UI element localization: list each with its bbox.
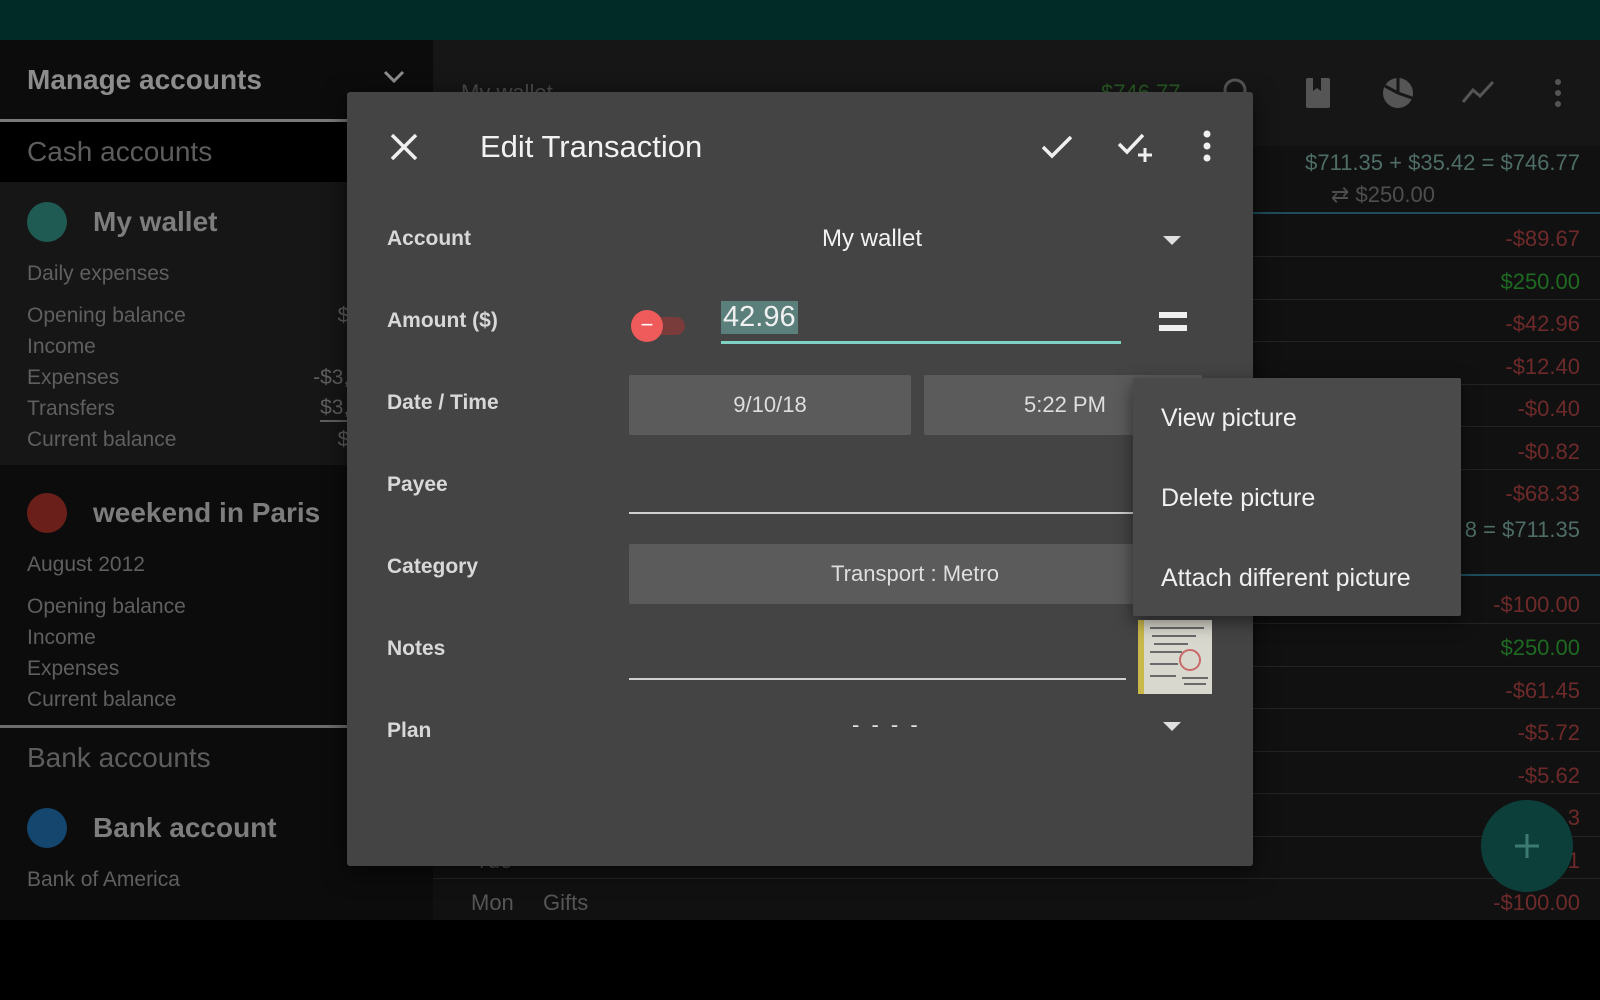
calculator-equals-icon[interactable]	[1159, 310, 1187, 334]
amount-input[interactable]: 42.96	[721, 298, 1121, 344]
receipt-picture-thumbnail[interactable]	[1138, 620, 1212, 694]
category-button[interactable]: Transport : Metro	[629, 544, 1201, 604]
pie-chart-icon[interactable]	[1381, 76, 1415, 110]
transaction-amount: -$100.00	[1493, 592, 1580, 617]
account-color-dot	[27, 202, 67, 242]
summary-transfer: ⇄ $250.00	[1330, 182, 1435, 207]
account-description: Bank of America	[27, 868, 180, 891]
account-name: My wallet	[93, 206, 218, 237]
day-label: Mon	[471, 890, 514, 915]
attach-different-picture-menu-item[interactable]: Attach different picture	[1161, 564, 1411, 593]
close-icon[interactable]	[385, 128, 423, 166]
drawer-title: Manage accounts	[27, 63, 262, 95]
date-button[interactable]: 9/10/18	[629, 375, 911, 435]
dialog-title: Edit Transaction	[480, 129, 703, 164]
category-label: Category	[387, 555, 479, 578]
transaction-amount: -$0.82	[1517, 439, 1580, 464]
sign-toggle[interactable]: −	[631, 310, 685, 342]
notes-label: Notes	[387, 637, 446, 660]
chevron-down-icon[interactable]	[383, 70, 405, 84]
navigation-bar	[0, 920, 1600, 1000]
transaction-amount: $250.00	[1500, 635, 1580, 660]
plan-select[interactable]: - - - -	[852, 712, 921, 738]
plus-icon	[1515, 834, 1539, 858]
dropdown-arrow-icon[interactable]	[1163, 722, 1181, 731]
payee-label: Payee	[387, 473, 448, 496]
transaction-amount: -$89.67	[1505, 226, 1580, 251]
amount-label: Amount ($)	[387, 309, 498, 332]
transaction-amount: -$68.33	[1505, 481, 1580, 506]
payee-input[interactable]	[629, 512, 1139, 514]
check-icon[interactable]	[1037, 126, 1077, 166]
picture-context-menu: View picture Delete picture Attach diffe…	[1133, 378, 1461, 616]
receipt-image	[1138, 620, 1212, 694]
account-name: weekend in Paris	[93, 497, 321, 528]
minus-icon: −	[631, 310, 663, 342]
delete-picture-menu-item[interactable]: Delete picture	[1161, 484, 1315, 513]
trend-line-icon[interactable]	[1461, 76, 1495, 110]
view-picture-menu-item[interactable]: View picture	[1161, 404, 1297, 433]
account-name: Bank account	[93, 812, 277, 843]
notes-input[interactable]	[629, 678, 1126, 680]
transaction-amount: $250.00	[1500, 269, 1580, 294]
dropdown-arrow-icon[interactable]	[1163, 236, 1181, 245]
transaction-amount: -$100.00	[1493, 890, 1580, 915]
status-bar	[0, 0, 1600, 40]
row-text: Gifts	[543, 890, 589, 915]
plan-label: Plan	[387, 719, 432, 742]
add-transaction-button[interactable]	[1481, 800, 1573, 892]
amount-value: 42.96	[721, 301, 798, 334]
more-vert-icon[interactable]	[1541, 76, 1575, 110]
transaction-amount: -$42.96	[1505, 311, 1580, 336]
account-color-dot	[27, 808, 67, 848]
transaction-amount: -$0.40	[1517, 396, 1580, 421]
summary-line: $711.35 + $35.42 = $746.77	[1305, 150, 1580, 175]
account-select[interactable]: My wallet	[822, 225, 922, 253]
datetime-label: Date / Time	[387, 391, 499, 414]
transaction-amount: 3	[1567, 805, 1580, 830]
transaction-amount: -$5.72	[1517, 720, 1580, 745]
account-color-dot	[27, 493, 67, 533]
more-vert-icon[interactable]	[1187, 126, 1227, 166]
transaction-amount: -$12.40	[1505, 354, 1580, 379]
transaction-amount: -$5.62	[1517, 763, 1580, 788]
summary-line-2: 8 = $711.35	[1464, 517, 1580, 542]
transaction-amount: -$61.45	[1505, 678, 1580, 703]
account-label: Account	[387, 227, 471, 250]
edit-transaction-dialog: Edit Transaction Account My wallet Amoun…	[347, 92, 1253, 866]
row-divider	[433, 878, 1600, 879]
bookmark-icon[interactable]	[1301, 76, 1335, 110]
save-and-new-icon[interactable]	[1115, 126, 1155, 166]
